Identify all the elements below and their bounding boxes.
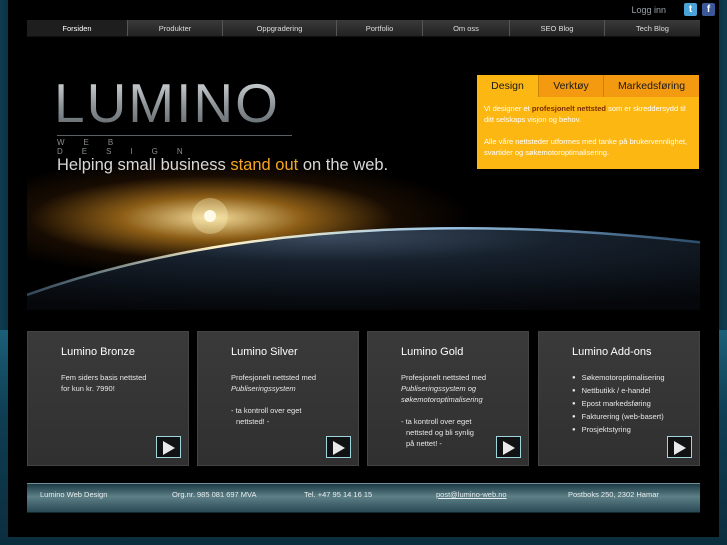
product-line: nettsted! -: [236, 417, 270, 426]
product-box-addons: Lumino Add-ons Søkemotoroptimalisering N…: [538, 331, 700, 466]
product-title: Lumino Silver: [231, 346, 298, 358]
nav-item-forsiden[interactable]: Forsiden: [27, 20, 128, 36]
product-line: Fem siders basis nettsted: [61, 373, 147, 382]
tab-row: Design Verktøy Markedsføring: [477, 75, 699, 97]
footer-bar: Lumino Web Design Org.nr. 985 081 697 MV…: [27, 483, 700, 513]
footer-address: Postboks 250, 2302 Hamar: [568, 490, 659, 499]
product-box-bronze: Lumino Bronze Fem siders basis nettsted …: [27, 331, 189, 466]
main-nav: Forsiden Produkter Oppgradering Portfoli…: [27, 20, 700, 37]
list-item: Fakturering (web-basert): [572, 411, 665, 424]
product-boxes: Lumino Bronze Fem siders basis nettsted …: [27, 331, 700, 466]
page-container: Logg inn t f Forsiden Produkter Oppgrade…: [8, 0, 719, 537]
footer-org-number: Org.nr. 985 081 697 MVA: [172, 490, 257, 499]
product-line: Profesjonelt nettsted med: [231, 373, 317, 382]
tab-p1-bold: profesjonelt nettsted: [531, 104, 606, 113]
addons-list: Søkemotoroptimalisering Nettbutikk / e-h…: [572, 372, 665, 437]
facebook-icon[interactable]: f: [702, 3, 715, 16]
product-description: Profesjonelt nettsted med Publiseringssy…: [231, 372, 351, 427]
tab-markedsforing[interactable]: Markedsføring: [604, 75, 699, 97]
product-line-italic: Publiseringssystem: [231, 384, 296, 393]
bronze-arrow-button[interactable]: [156, 436, 181, 458]
tab-paragraph-1: Vi designer et profesjonelt nettsted som…: [484, 103, 692, 125]
nav-item-oppgradering[interactable]: Oppgradering: [223, 20, 337, 36]
product-description: Fem siders basis nettsted for kun kr. 79…: [61, 372, 181, 394]
product-line: - ta kontroll over eget: [401, 417, 472, 426]
nav-item-seo-blog[interactable]: SEO Blog: [510, 20, 605, 36]
product-line-italic: Publiseringssystem og: [401, 384, 477, 393]
product-line: Profesjonelt nettsted med: [401, 373, 487, 382]
info-tabs-panel: Design Verktøy Markedsføring Vi designer…: [477, 75, 699, 169]
tagline-end: on the web.: [298, 156, 389, 174]
logo-subtitle: WEB DESIGN: [57, 135, 292, 156]
list-item: Søkemotoroptimalisering: [572, 372, 665, 385]
footer-email-link[interactable]: post@lumino-web.no: [436, 490, 507, 499]
nav-item-produkter[interactable]: Produkter: [128, 20, 223, 36]
footer-phone: Tel. +47 95 14 16 15: [304, 490, 373, 499]
top-bar: Logg inn t f: [8, 0, 719, 20]
gold-arrow-button[interactable]: [496, 436, 521, 458]
list-item: Prosjektstyring: [572, 424, 665, 437]
product-line-italic: søkemotoroptimalisering: [401, 395, 483, 404]
silver-arrow-button[interactable]: [326, 436, 351, 458]
list-item: Epost markedsføring: [572, 398, 665, 411]
footer-company: Lumino Web Design: [40, 490, 108, 499]
tab-content: Vi designer et profesjonelt nettsted som…: [477, 97, 699, 158]
product-line: - ta kontroll over eget: [231, 406, 302, 415]
product-line: for kun kr. 7990!: [61, 384, 115, 393]
twitter-icon[interactable]: t: [684, 3, 697, 16]
tab-paragraph-2: Alle våre nettsteder utformes med tanke …: [484, 137, 688, 157]
nav-item-tech-blog[interactable]: Tech Blog: [605, 20, 700, 36]
product-title: Lumino Bronze: [61, 346, 135, 358]
tab-design[interactable]: Design: [477, 75, 539, 97]
hero-tagline: Helping small business stand out on the …: [57, 156, 388, 175]
tagline-highlight: stand out: [230, 156, 299, 174]
product-box-silver: Lumino Silver Profesjonelt nettsted med …: [197, 331, 359, 466]
tab-p1-text: Vi designer et: [484, 104, 532, 113]
nav-item-om-oss[interactable]: Om oss: [423, 20, 510, 36]
list-item: Nettbutikk / e-handel: [572, 385, 665, 398]
login-link[interactable]: Logg inn: [631, 5, 666, 15]
product-title: Lumino Gold: [401, 346, 464, 358]
lumino-logo: LUMINO: [54, 72, 280, 134]
product-title: Lumino Add-ons: [572, 346, 652, 358]
product-box-gold: Lumino Gold Profesjonelt nettsted med Pu…: [367, 331, 529, 466]
addons-arrow-button[interactable]: [667, 436, 692, 458]
tab-verktoy[interactable]: Verktøy: [539, 75, 604, 97]
tagline-start: Helping small business: [57, 156, 231, 174]
nav-item-portfolio[interactable]: Portfolio: [337, 20, 423, 36]
